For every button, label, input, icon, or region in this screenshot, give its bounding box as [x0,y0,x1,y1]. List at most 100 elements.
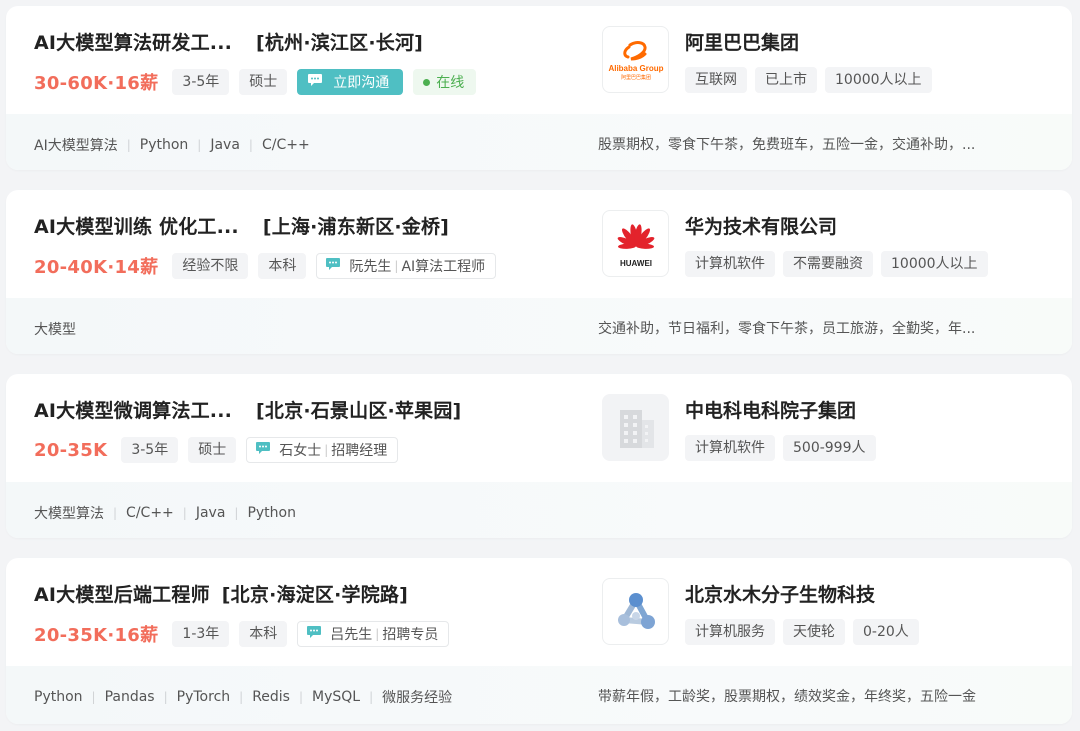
company-industry-tag: 计算机软件 [685,251,775,277]
online-dot-icon [423,78,431,86]
company-name[interactable]: 阿里巴巴集团 [685,28,799,55]
job-title[interactable]: AI大模型算法研发工... [杭州·滨江区·长河] [34,28,423,55]
online-badge: 在线 [413,69,477,95]
salary: 20-40K·14薪 [34,257,159,278]
chat-now-button[interactable]: 立即沟通 [297,69,404,95]
company-stage-tag: 天使轮 [783,619,845,645]
chat-icon [255,441,271,459]
job-card[interactable]: AI大模型后端工程师 [北京·海淀区·学院路] 20-35K·16薪 1-3年 本… [6,558,1072,724]
job-title[interactable]: AI大模型微调算法工... [北京·石景山区·苹果园] [34,396,461,423]
experience-tag: 3-5年 [172,69,230,95]
job-card[interactable]: AI大模型算法研发工... [杭州·滨江区·长河] 30-60K·16薪 3-5年… [6,6,1072,170]
job-meta: 20-40K·14薪 经验不限 本科 阮先生 | AI算法工程师 [34,253,497,279]
company-size-tag: 10000人以上 [825,67,932,93]
skill-tag: 大模型 [34,322,76,338]
skill-tag: Pandas [104,689,155,705]
company-size-tag: 500-999人 [783,435,876,461]
job-title-text[interactable]: AI大模型后端工程师 [34,584,210,606]
experience-tag: 1-3年 [172,621,230,647]
job-title-text[interactable]: AI大模型训练 优化工... [34,216,239,238]
job-location: [杭州·滨江区·长河] [256,32,424,54]
company-logo[interactable] [602,394,669,461]
salary: 30-60K·16薪 [34,73,159,94]
degree-tag: 本科 [239,621,288,647]
company-tags: 互联网 已上市 10000人以上 [685,67,940,93]
company-tags: 计算机服务 天使轮 0-20人 [685,619,927,645]
company-logo[interactable]: Alibaba Group 阿里巴巴集团 [602,26,669,93]
skill-tag: 大模型算法 [34,506,104,522]
svg-text:阿里巴巴集团: 阿里巴巴集团 [620,74,650,81]
company-stage-tag: 不需要融资 [783,251,873,277]
skill-tags: 大模型 [34,319,76,339]
chat-icon [307,73,323,91]
company-size-tag: 10000人以上 [881,251,988,277]
experience-tag: 经验不限 [172,253,249,279]
experience-tag: 3-5年 [121,437,179,463]
job-title[interactable]: AI大模型训练 优化工... [上海·浦东新区·金桥] [34,212,449,239]
recruiter-name: 石女士 [279,443,322,459]
job-title-text[interactable]: AI大模型算法研发工... [34,32,232,54]
skill-tag: Python [247,505,296,521]
job-card[interactable]: AI大模型微调算法工... [北京·石景山区·苹果园] 20-35K 3-5年 硕… [6,374,1072,538]
company-industry-tag: 互联网 [685,67,747,93]
svg-text:Alibaba Group: Alibaba Group [608,64,663,73]
degree-tag: 硕士 [188,437,237,463]
recruiter-role: 招聘经理 [331,443,388,459]
recruiter-role: 招聘专员 [382,627,439,643]
company-name[interactable]: 中电科电科院子集团 [685,396,856,423]
chat-now-label: 立即沟通 [333,75,390,91]
skill-tag: Python [139,137,189,153]
skill-tags: Python | Pandas | PyTorch | Redis | MySQL | 微… [34,689,453,706]
company-size-tag: 0-20人 [853,619,919,645]
job-title-text[interactable]: AI大模型微调算法工... [34,400,232,422]
company-logo[interactable]: HUAWEI [602,210,669,277]
skill-tags: 大模型算法 | C/C++ | Java | Python [34,505,296,522]
chat-icon [325,257,341,275]
salary: 20-35K·16薪 [34,625,159,646]
company-industry-tag: 计算机服务 [685,619,775,645]
job-title[interactable]: AI大模型后端工程师 [北京·海淀区·学院路] [34,580,408,607]
recruiter-name: 阮先生 [349,259,392,275]
recruiter-role: AI算法工程师 [401,259,486,275]
company-name[interactable]: 北京水木分子生物科技 [685,580,875,607]
recruiter-badge[interactable]: 阮先生 | AI算法工程师 [316,253,497,279]
company-industry-tag: 计算机软件 [685,435,775,461]
skill-tags: AI大模型算法 | Python | Java | C/C++ [34,137,310,154]
company-name[interactable]: 华为技术有限公司 [685,212,837,239]
company-stage-tag: 已上市 [755,67,817,93]
skill-tag: AI大模型算法 [34,138,118,154]
job-card[interactable]: AI大模型训练 优化工... [上海·浦东新区·金桥] 20-40K·14薪 经验… [6,190,1072,354]
skill-tag: C/C++ [261,137,310,153]
skill-tag: Python [34,689,83,705]
degree-tag: 硕士 [239,69,288,95]
skill-tag: Java [210,137,240,153]
company-tags: 计算机软件 500-999人 [685,435,884,461]
molecule-logo-icon [617,592,655,629]
skill-tag: PyTorch [176,689,231,705]
job-location: [上海·浦东新区·金桥] [262,216,450,238]
benefits-text: 交通补助，节日福利，零食下午茶，员工旅游，全勤奖，年... [598,321,976,337]
huawei-logo-icon: HUAWEI [617,223,654,268]
alibaba-logo-icon: Alibaba Group 阿里巴巴集团 [608,40,663,81]
recruiter-name: 吕先生 [330,627,373,643]
degree-tag: 本科 [258,253,307,279]
benefits-text: 带薪年假，工龄奖，股票期权，绩效奖金，年终奖，五险一金 [598,689,976,705]
skill-tag: Redis [252,689,290,705]
job-card-footer: AI大模型算法 | Python | Java | C/C++ 股票期权，零食下午茶，… [6,114,1072,170]
chat-icon [306,625,322,643]
benefits-text: 股票期权，零食下午茶，免费班车，五险一金，交通补助，... [598,137,976,153]
recruiter-badge[interactable]: 石女士 | 招聘经理 [246,437,399,463]
job-meta: 30-60K·16薪 3-5年 硕士 立即沟通 在线 [34,69,477,95]
company-logo[interactable] [602,578,669,645]
job-card-footer: 大模型算法 | C/C++ | Java | Python [6,482,1072,538]
skill-tag: MySQL [312,689,361,705]
online-label: 在线 [436,75,465,91]
company-tags: 计算机软件 不需要融资 10000人以上 [685,251,996,277]
job-meta: 20-35K·16薪 1-3年 本科 吕先生 | 招聘专员 [34,621,450,647]
job-card-footer: 大模型 交通补助，节日福利，零食下午茶，员工旅游，全勤奖，年... [6,298,1072,354]
skill-tag: C/C++ [126,505,174,521]
job-card-footer: Python | Pandas | PyTorch | Redis | MySQL | 微… [6,666,1072,724]
recruiter-badge[interactable]: 吕先生 | 招聘专员 [297,621,450,647]
job-location: [北京·石景山区·苹果园] [256,400,462,422]
svg-text:HUAWEI: HUAWEI [620,259,652,268]
